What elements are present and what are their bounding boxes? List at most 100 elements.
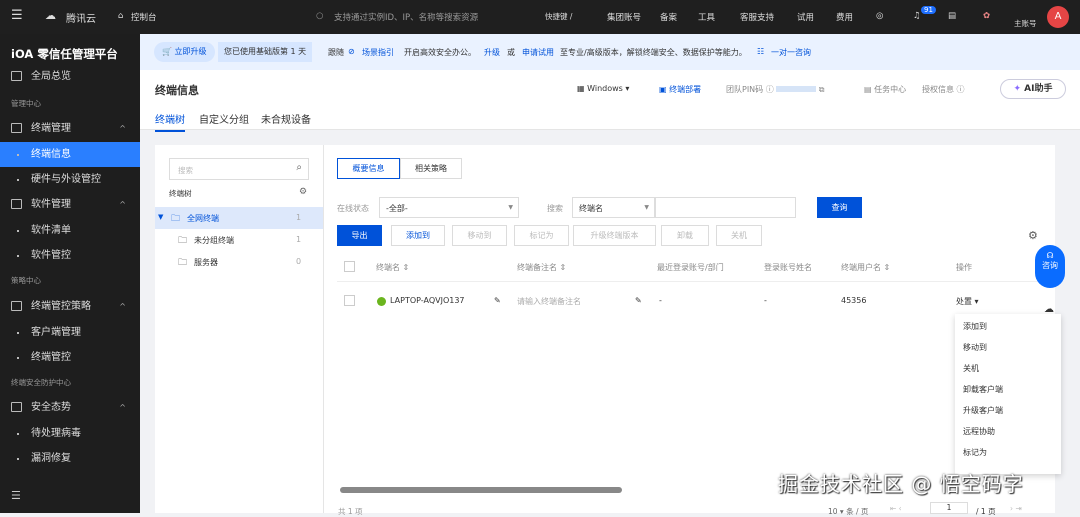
collapse-sidebar-icon[interactable]: ☰ xyxy=(11,489,21,502)
sidebar-item[interactable]: 待处理病毒 xyxy=(0,421,140,446)
select-all-checkbox[interactable] xyxy=(344,261,355,272)
sidebar-item[interactable]: 安全态势 ^ xyxy=(0,395,140,420)
upgrade-now-button[interactable]: 🛒 立即升级 xyxy=(154,42,215,62)
chevron-up-icon[interactable]: ^ xyxy=(119,116,126,141)
sidebar-item[interactable]: 漏洞修复 xyxy=(0,446,140,471)
tab-custom-group[interactable]: 自定义分组 xyxy=(199,111,249,126)
search-icon[interactable]: ⌕ xyxy=(296,162,302,173)
usage-days: 您已使用基础版第 1 天 xyxy=(218,42,313,62)
nav-filing[interactable]: 备案 xyxy=(660,11,677,23)
pin-label: 团队PIN码 xyxy=(726,85,764,94)
terminal-name-link[interactable]: LAPTOP-AQVJO137 xyxy=(390,296,465,305)
upgrade-link[interactable]: 升级 xyxy=(484,47,500,58)
task-center-link[interactable]: ▤ 任务中心 xyxy=(864,84,906,95)
export-button[interactable]: 导出 xyxy=(337,225,382,246)
global-search-input[interactable]: 支持通过实例ID、IP、名称等搜索资源 xyxy=(334,11,478,23)
os-select[interactable]: ▦ Windows ▾ xyxy=(577,84,629,93)
console-link[interactable]: 控制台 xyxy=(131,11,157,23)
tree-settings-icon[interactable]: ⚙ xyxy=(299,187,307,197)
sidebar-item[interactable]: 客户端管理 xyxy=(0,320,140,345)
chevron-up-icon[interactable]: ^ xyxy=(119,294,126,319)
or-text: 或 xyxy=(507,48,515,57)
menu-item[interactable]: 远程协助 xyxy=(963,426,995,437)
edit-icon[interactable]: ✎ xyxy=(635,296,642,305)
col-username[interactable]: 终端用户名 ⇕ xyxy=(841,262,890,273)
sidebar-item-label: 策略中心 xyxy=(11,276,41,285)
tab-terminal-tree[interactable]: 终端树 xyxy=(155,111,185,132)
nav-group-account[interactable]: 集团账号 xyxy=(607,11,641,23)
menu-item[interactable]: 添加到 xyxy=(963,321,987,332)
ai-assistant-button[interactable]: ✦ AI助手 xyxy=(1000,79,1066,99)
nav-tools[interactable]: 工具 xyxy=(698,11,715,23)
tree-node-all[interactable]: ▼ 🗀 全网终端 1 xyxy=(155,207,323,229)
page-size-select[interactable]: 10 ▾ 条 / 页 xyxy=(828,506,868,517)
edit-icon[interactable]: ✎ xyxy=(494,296,501,305)
brand[interactable]: 腾讯云 xyxy=(66,10,96,25)
trial-link[interactable]: 申请试用 xyxy=(522,47,554,58)
sidebar-item[interactable]: 终端管控策略 ^ xyxy=(0,294,140,319)
sidebar-item[interactable]: 软件管控 xyxy=(0,243,140,268)
tree-node-ungrouped[interactable]: 🗀 未分组终端 1 xyxy=(155,229,323,251)
menu-icon[interactable]: ☰ xyxy=(11,8,23,23)
subtab-overview[interactable]: 概要信息 xyxy=(337,158,400,179)
upgrade-version-button[interactable]: 升级终端版本 xyxy=(573,225,656,246)
table-settings-icon[interactable]: ⚙ xyxy=(1028,229,1038,242)
sidebar-item[interactable]: 软件管理 ^ xyxy=(0,192,140,217)
uninstall-button[interactable]: 卸载 xyxy=(661,225,709,246)
tree-node-servers[interactable]: 🗀 服务器 0 xyxy=(155,251,323,273)
next-last-page-icon[interactable]: › ⇥ xyxy=(1010,504,1022,513)
remark-input[interactable]: 请输入终端备注名 xyxy=(517,296,581,307)
consult-float-button[interactable]: ☊ 咨询 xyxy=(1035,245,1065,288)
status-select[interactable]: -全部- ▼ xyxy=(379,197,519,218)
sidebar-item: 管理中心 xyxy=(0,91,140,116)
account-label[interactable]: 主账号 xyxy=(1014,18,1037,29)
col-terminal-name[interactable]: 终端名 ⇕ xyxy=(376,262,409,273)
consult-link[interactable]: 一对一咨询 xyxy=(771,47,811,58)
app-icon[interactable]: ✿ xyxy=(983,11,990,21)
sidebar-item[interactable]: 终端管控 xyxy=(0,345,140,370)
chevron-up-icon[interactable]: ^ xyxy=(119,192,126,217)
sidebar-item[interactable]: 硬件与外设管控 xyxy=(0,167,140,192)
add-to-button[interactable]: 添加到 xyxy=(391,225,445,246)
tree-search-input[interactable]: 搜索 ⌕ xyxy=(169,158,309,180)
move-to-button[interactable]: 移动到 xyxy=(452,225,507,246)
query-button[interactable]: 查询 xyxy=(817,197,862,218)
sidebar-item[interactable]: 软件清单 xyxy=(0,218,140,243)
first-prev-page-icon[interactable]: ⇤ ‹ xyxy=(890,504,902,513)
page-input[interactable]: 1 xyxy=(930,502,968,514)
avatar[interactable]: A xyxy=(1047,6,1069,28)
sidebar-item[interactable]: 全局总览 xyxy=(0,64,140,89)
chevron-up-icon[interactable]: ^ xyxy=(119,395,126,420)
mark-as-button[interactable]: 标记为 xyxy=(514,225,569,246)
license-info[interactable]: 授权信息 ⓘ xyxy=(922,84,965,95)
nav-trial[interactable]: 试用 xyxy=(797,11,814,23)
menu-item[interactable]: 卸载客户端 xyxy=(963,384,1003,395)
deploy-button[interactable]: ▣ 终端部署 xyxy=(659,84,701,95)
horizontal-scrollbar[interactable] xyxy=(340,487,622,493)
sidebar-item-label: 管理中心 xyxy=(11,99,41,108)
menu-item[interactable]: 标记为 xyxy=(963,447,987,458)
nav-support[interactable]: 客服支持 xyxy=(740,11,774,23)
menu-item[interactable]: 关机 xyxy=(963,363,979,374)
bell-icon[interactable]: ♫ xyxy=(913,11,921,21)
menu-item[interactable]: 升级客户端 xyxy=(963,405,1003,416)
row-checkbox[interactable] xyxy=(344,295,355,306)
nav-billing[interactable]: 费用 xyxy=(836,11,853,23)
shutdown-button[interactable]: 关机 xyxy=(716,225,762,246)
ticket-icon[interactable]: ▤ xyxy=(948,11,956,21)
search-field-select[interactable]: 终端名 ▼ xyxy=(572,197,655,218)
top-bar: ☰ ☁ 腾讯云 ⌂ 控制台 ○ 支持通过实例ID、IP、名称等搜索资源 快捷键 … xyxy=(0,0,1080,34)
col-remark[interactable]: 终端备注名 ⇕ xyxy=(517,262,566,273)
cloud-icon[interactable]: ☁ xyxy=(1044,304,1054,315)
menu-item[interactable]: 移动到 xyxy=(963,342,987,353)
subtab-policies[interactable]: 相关策略 xyxy=(400,158,462,179)
sidebar-item[interactable]: 终端信息 xyxy=(0,142,140,167)
compass-icon[interactable]: ◎ xyxy=(876,11,883,21)
sidebar-item-label: 软件管理 xyxy=(31,199,71,210)
tab-noncompliant[interactable]: 未合规设备 xyxy=(261,111,311,126)
search-input[interactable] xyxy=(655,197,796,218)
dispose-dropdown[interactable]: 处置 ▾ xyxy=(956,296,979,307)
sidebar-item[interactable]: 终端管理 ^ xyxy=(0,116,140,141)
scene-guide-link[interactable]: 场景指引 xyxy=(362,47,394,58)
caret-down-icon[interactable]: ▼ xyxy=(158,213,163,221)
